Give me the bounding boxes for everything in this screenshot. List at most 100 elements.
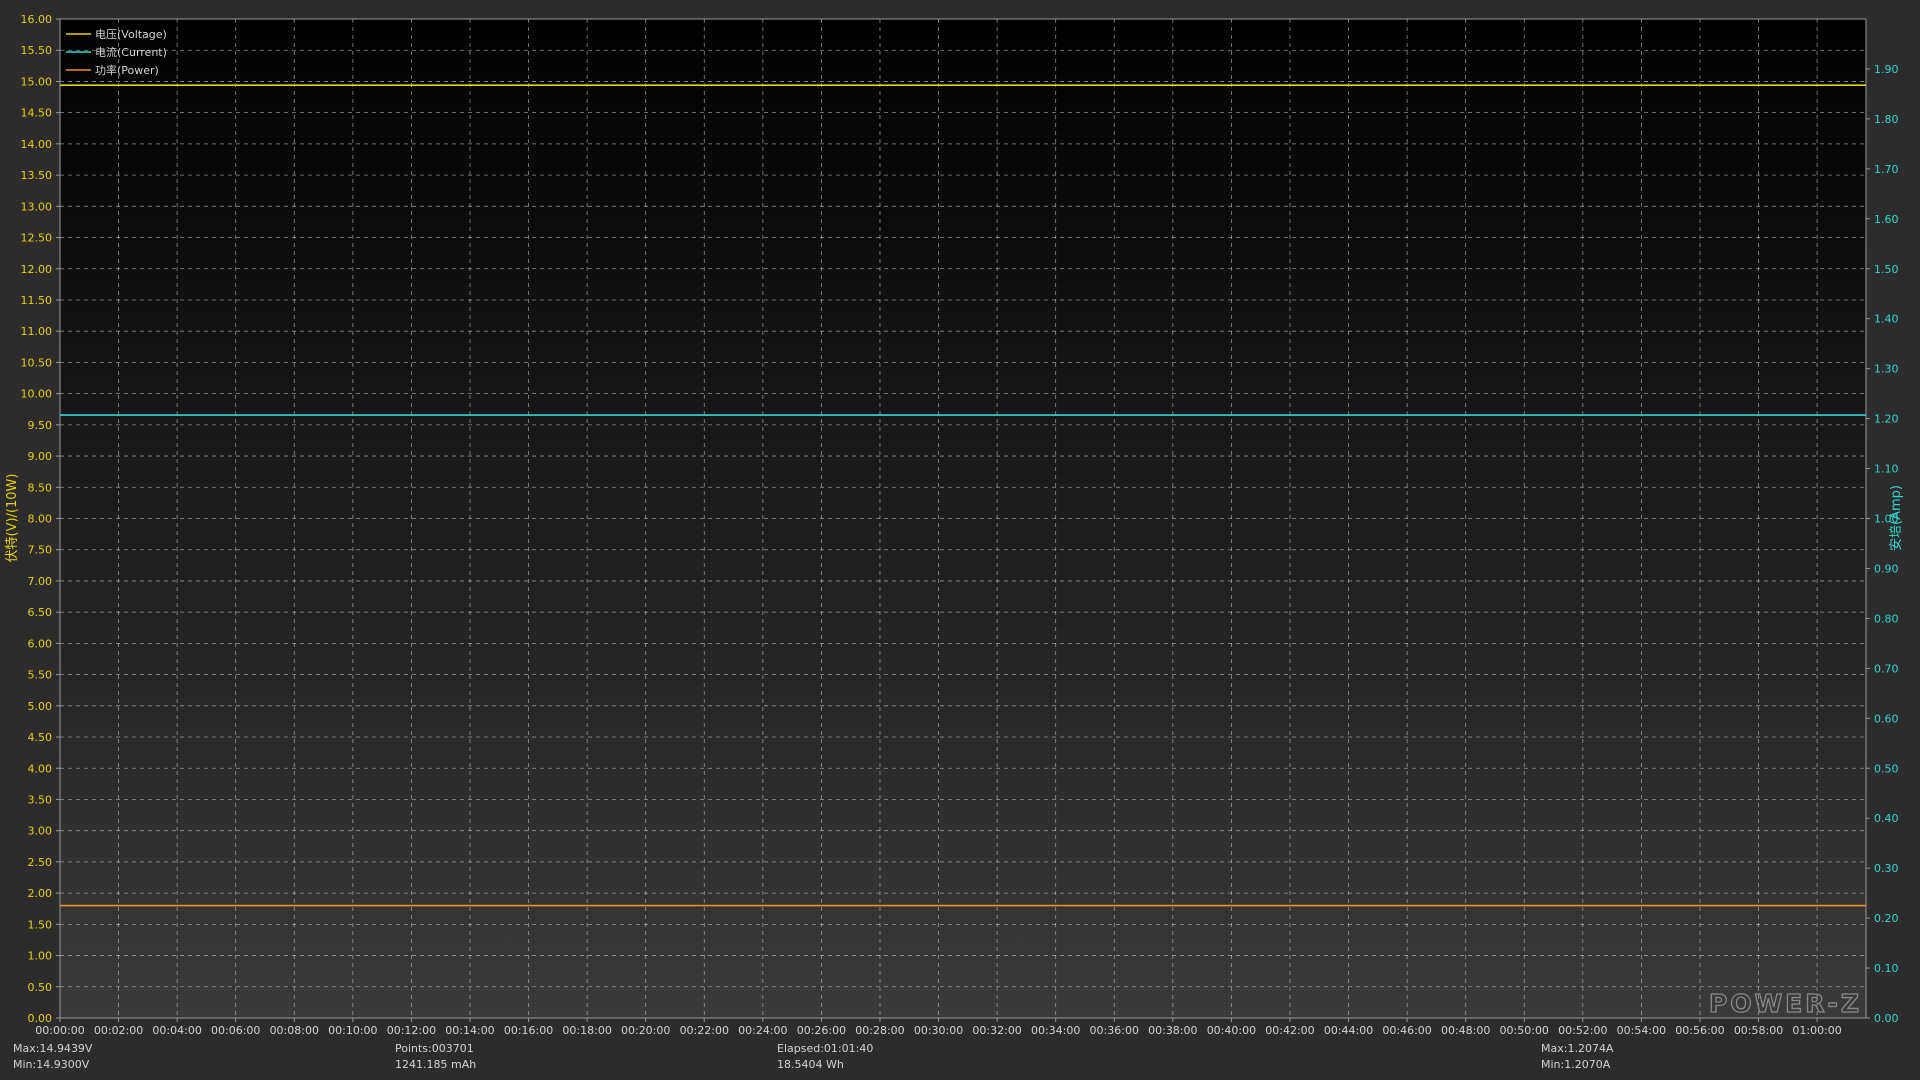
x-tick-label: 00:20:00 <box>621 1024 670 1037</box>
right-tick-label: 1.30 <box>1874 363 1899 376</box>
points-count: Points:003701 <box>395 1042 474 1055</box>
left-tick-label: 0.50 <box>28 981 53 994</box>
left-tick-label: 5.50 <box>28 669 53 682</box>
right-tick-label: 1.40 <box>1874 313 1899 326</box>
x-tick-label: 00:08:00 <box>270 1024 319 1037</box>
x-tick-label: 00:00:00 <box>35 1024 84 1037</box>
x-tick-label: 00:34:00 <box>1031 1024 1080 1037</box>
left-tick-label: 16.00 <box>21 13 53 26</box>
plot-area <box>59 18 1867 1019</box>
x-tick-label: 00:36:00 <box>1090 1024 1139 1037</box>
left-tick-label: 11.50 <box>21 294 53 307</box>
left-tick-label: 13.00 <box>21 200 53 213</box>
x-tick-label: 00:56:00 <box>1675 1024 1724 1037</box>
x-tick-label: 00:44:00 <box>1324 1024 1373 1037</box>
left-tick-label: 3.50 <box>28 793 53 806</box>
left-tick-label: 2.50 <box>28 856 53 869</box>
x-tick-label: 00:02:00 <box>94 1024 143 1037</box>
x-tick-label: 00:16:00 <box>504 1024 553 1037</box>
x-tick-label: 00:22:00 <box>680 1024 729 1037</box>
left-tick-label: 7.50 <box>28 544 53 557</box>
left-tick-label: 14.50 <box>21 107 53 120</box>
left-tick-label: 3.00 <box>28 825 53 838</box>
capacity-mah: 1241.185 mAh <box>395 1058 477 1071</box>
x-tick-label: 00:40:00 <box>1207 1024 1256 1037</box>
left-tick-label: 9.50 <box>28 419 53 432</box>
x-tick-label: 00:18:00 <box>562 1024 611 1037</box>
legend-label: 电流(Current) <box>95 45 167 59</box>
legend-label: 功率(Power) <box>95 63 159 77</box>
left-tick-label: 8.00 <box>28 513 53 526</box>
x-tick-label: 00:06:00 <box>211 1024 260 1037</box>
right-tick-label: 0.50 <box>1874 762 1899 775</box>
x-tick-label: 00:58:00 <box>1734 1024 1783 1037</box>
left-tick-label: 15.50 <box>21 44 53 57</box>
x-tick-label: 00:42:00 <box>1265 1024 1314 1037</box>
right-tick-label: 0.30 <box>1874 862 1899 875</box>
power-z-logo: POWER-Z <box>1709 989 1862 1018</box>
left-tick-label: 6.00 <box>28 637 53 650</box>
left-tick-label: 5.00 <box>28 700 53 713</box>
x-tick-label: 00:32:00 <box>972 1024 1021 1037</box>
right-tick-label: 1.10 <box>1874 463 1899 476</box>
x-tick-label: 00:54:00 <box>1617 1024 1666 1037</box>
left-tick-label: 11.00 <box>21 325 53 338</box>
current-stats: Max:1.2074A Min:1.2070A <box>1541 1041 1613 1073</box>
right-tick-label: 1.20 <box>1874 413 1899 426</box>
right-axis-label: 安培(Amp) <box>1888 485 1904 551</box>
x-tick-label: 00:10:00 <box>328 1024 377 1037</box>
x-tick-label: 00:26:00 <box>797 1024 846 1037</box>
x-tick-label: 00:04:00 <box>152 1024 201 1037</box>
left-tick-label: 12.50 <box>21 232 53 245</box>
current-max: Max:1.2074A <box>1541 1042 1614 1055</box>
left-tick-label: 9.00 <box>28 450 53 463</box>
right-tick-label: 1.70 <box>1874 163 1899 176</box>
x-tick-label: 00:46:00 <box>1382 1024 1431 1037</box>
x-tick-label: 00:24:00 <box>738 1024 787 1037</box>
right-tick-label: 1.50 <box>1874 263 1899 276</box>
chart-svg: 0.00 0.50 1.00 1.50 2.00 2.50 3.00 3.50 4.00 4.50… <box>0 0 1920 1045</box>
right-tick-label: 0.60 <box>1874 712 1899 725</box>
left-tick-label: 4.00 <box>28 762 53 775</box>
voltage-min: Min:14.9300V <box>13 1058 90 1071</box>
right-tick-label: 0.90 <box>1874 562 1899 575</box>
left-tick-label: 10.50 <box>21 356 53 369</box>
energy-wh: 18.5404 Wh <box>777 1058 844 1071</box>
left-tick-label: 10.00 <box>21 388 53 401</box>
right-tick-label: 0.40 <box>1874 812 1899 825</box>
current-min: Min:1.2070A <box>1541 1058 1611 1071</box>
voltage-stats: Max:14.9439V Min:14.9300V <box>13 1041 92 1073</box>
left-tick-label: 7.00 <box>28 575 53 588</box>
x-tick-label: 00:28:00 <box>855 1024 904 1037</box>
left-tick-label: 4.50 <box>28 731 53 744</box>
right-tick-label: 0.00 <box>1874 1012 1899 1025</box>
right-tick-label: 1.90 <box>1874 63 1899 76</box>
left-axis-label: 伏特(V)/(10W) <box>5 474 20 563</box>
x-tick-label: 00:38:00 <box>1148 1024 1197 1037</box>
x-tick-label: 00:12:00 <box>387 1024 436 1037</box>
x-tick-label: 00:30:00 <box>914 1024 963 1037</box>
left-tick-label: 8.50 <box>28 481 53 494</box>
elapsed-stats: Elapsed:01:01:40 18.5404 Wh <box>777 1041 873 1073</box>
x-tick-label: 00:14:00 <box>445 1024 494 1037</box>
x-tick-label: 01:00:00 <box>1792 1024 1841 1037</box>
left-tick-label: 13.50 <box>21 169 53 182</box>
x-tick-label: 00:48:00 <box>1441 1024 1490 1037</box>
left-tick-label: 1.50 <box>28 918 53 931</box>
left-tick-label: 6.50 <box>28 606 53 619</box>
right-tick-label: 1.60 <box>1874 213 1899 226</box>
right-tick-label: 0.80 <box>1874 612 1899 625</box>
left-tick-label: 15.00 <box>21 75 53 88</box>
voltage-max: Max:14.9439V <box>13 1042 93 1055</box>
right-tick-label: 0.70 <box>1874 662 1899 675</box>
power-z-chart-window: 0.00 0.50 1.00 1.50 2.00 2.50 3.00 3.50 4.00 4.50… <box>0 0 1920 1080</box>
right-tick-label: 0.20 <box>1874 912 1899 925</box>
right-tick-label: 1.80 <box>1874 113 1899 126</box>
x-tick-label: 00:52:00 <box>1558 1024 1607 1037</box>
x-tick-label: 00:50:00 <box>1500 1024 1549 1037</box>
left-tick-label: 14.00 <box>21 138 53 151</box>
left-tick-label: 2.00 <box>28 887 53 900</box>
right-tick-label: 0.10 <box>1874 962 1899 975</box>
points-stats: Points:003701 1241.185 mAh <box>395 1041 476 1073</box>
elapsed-time: Elapsed:01:01:40 <box>777 1042 874 1055</box>
